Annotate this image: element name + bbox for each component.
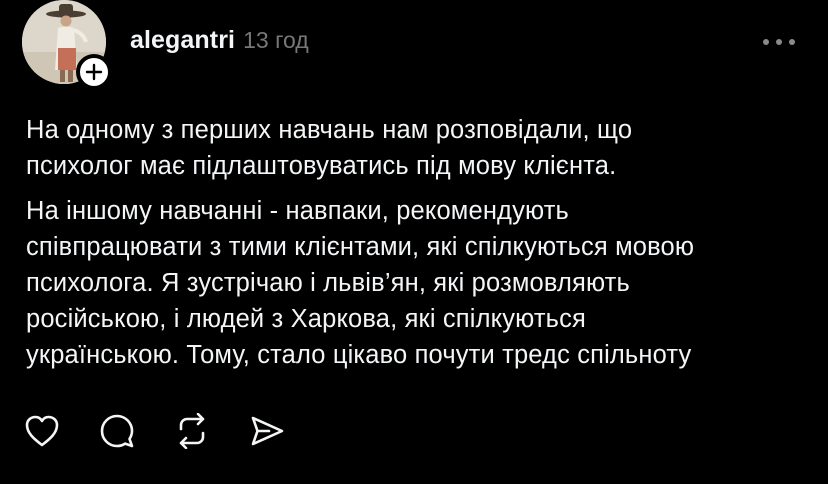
post-paragraph-2-line-3: психолога. Я зустрічаю і львів’ян, які р… [26, 269, 630, 297]
post-paragraph-2-line-4: російською, і людей з Харкова, які спілк… [26, 305, 586, 333]
username-link[interactable]: alegantri [130, 26, 235, 55]
thread-post: alegantri 13 год На одному з перших навч… [0, 0, 828, 484]
post-paragraph-1-line-1: На одному з перших навчань нам розповіда… [26, 116, 633, 144]
post-timestamp[interactable]: 13 год [243, 27, 309, 54]
avatar-container [22, 0, 112, 90]
share-button[interactable] [247, 411, 287, 451]
plus-icon [85, 63, 103, 81]
comment-icon [100, 414, 134, 448]
heart-icon [25, 415, 59, 447]
comment-button[interactable] [97, 411, 137, 451]
like-button[interactable] [22, 411, 62, 451]
post-actions [22, 410, 322, 452]
post-paragraph-1-line-2: психолог має підлаштовуватись під мову к… [26, 152, 617, 180]
more-horizontal-icon [763, 39, 795, 45]
more-options-button[interactable] [756, 30, 802, 54]
post-paragraph-2-line-1: На іншому навчанні - навпаки, рекомендую… [26, 197, 569, 225]
follow-button[interactable] [76, 54, 112, 90]
post-header: alegantri 13 год [130, 26, 309, 62]
send-icon [251, 416, 284, 446]
repost-button[interactable] [172, 411, 212, 451]
repost-icon [179, 413, 205, 449]
post-paragraph-2-line-5: українською. Тому, стало цікаво почути т… [26, 341, 692, 369]
post-paragraph-2-line-2: співпрацювати з тими клієнтами, які спіл… [26, 233, 695, 261]
post-text: На одному з перших навчань нам розповіда… [26, 112, 816, 373]
